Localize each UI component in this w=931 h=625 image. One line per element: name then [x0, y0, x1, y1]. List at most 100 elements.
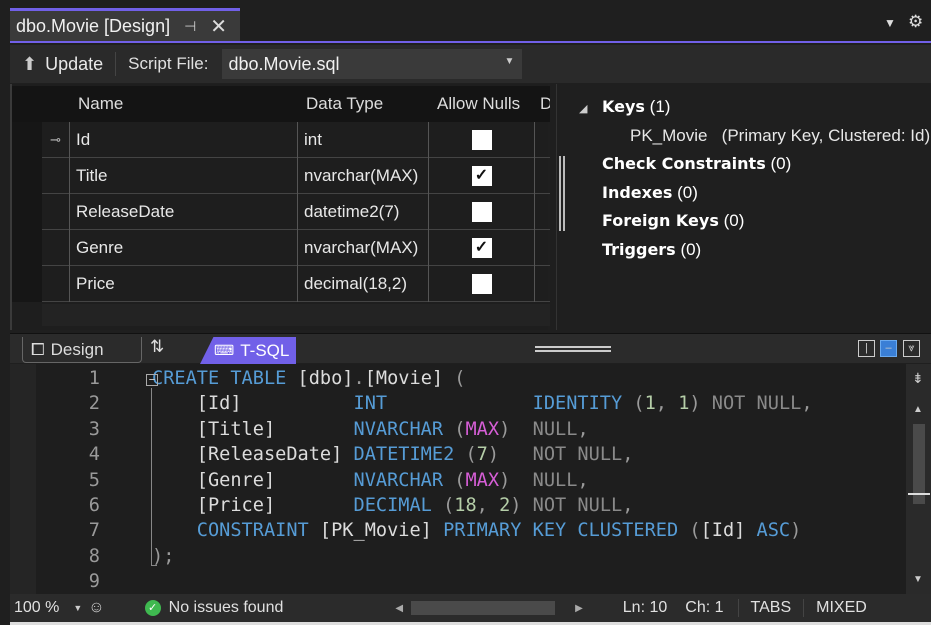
cell-name[interactable]: Id	[70, 122, 298, 158]
indent-mode[interactable]: TABS	[737, 599, 804, 617]
update-button[interactable]: ⬆ Update	[10, 54, 103, 75]
tab-dropdown-icon[interactable]: ▼	[884, 16, 896, 30]
check-constraints-node[interactable]: Check Constraints (0)	[602, 154, 791, 174]
script-file-select[interactable]: dbo.Movie.sql ▼	[222, 49, 523, 79]
document-tab-title: dbo.Movie [Design]	[16, 16, 171, 36]
code-line[interactable]: 6 [Price] DECIMAL (18, 2) NOT NULL,	[50, 493, 813, 518]
header-name[interactable]: Name	[70, 86, 298, 122]
code-token: 2	[499, 495, 511, 517]
header-data-type[interactable]: Data Type	[298, 86, 429, 122]
close-icon[interactable]: ✕	[210, 14, 227, 39]
row-selector[interactable]	[42, 194, 70, 230]
cell-name[interactable]: Title	[70, 158, 298, 194]
scroll-right-icon[interactable]: ▶	[575, 603, 583, 614]
code-token: )	[689, 393, 712, 415]
tab-tsql[interactable]: ⌨ T-SQL	[200, 337, 296, 364]
horizontal-scroll-thumb[interactable]	[411, 601, 556, 615]
document-tab[interactable]: dbo.Movie [Design] ⊣ ✕	[10, 8, 240, 42]
allow-nulls-checkbox[interactable]	[471, 130, 492, 150]
pane-splitter-handle[interactable]	[535, 346, 611, 352]
scroll-down-icon[interactable]: ▼	[913, 574, 923, 585]
code-lines[interactable]: 1 CREATE TABLE [dbo].[Movie] (2 [Id] INT …	[50, 366, 813, 595]
code-line[interactable]: 7 CONSTRAINT [PK_Movie] PRIMARY KEY CLUS…	[50, 518, 813, 543]
cell-data-type[interactable]: decimal(18,2)	[298, 266, 429, 302]
code-token: )	[487, 444, 500, 466]
cell-data-type[interactable]: int	[298, 122, 429, 158]
scroll-thumb[interactable]	[913, 424, 925, 504]
cell-allow-nulls: ✓	[429, 158, 535, 194]
code-token: (	[443, 368, 466, 389]
panel-splitter[interactable]	[559, 156, 565, 231]
code-line[interactable]: 1 CREATE TABLE [dbo].[Movie] (	[50, 366, 813, 391]
vertical-split-icon[interactable]: |	[858, 340, 875, 357]
cell-data-type[interactable]: datetime2(7)	[298, 194, 429, 230]
expand-triangle-icon[interactable]: ◢	[579, 102, 587, 115]
header-allow-nulls[interactable]: Allow Nulls	[429, 86, 535, 122]
scroll-left-icon[interactable]: ◀	[395, 603, 403, 614]
select-all-corner[interactable]	[12, 86, 42, 122]
code-token: 1	[644, 393, 656, 415]
code-token: [Movie]	[364, 368, 444, 389]
pin-icon[interactable]: ⊣	[184, 18, 196, 35]
horizontal-split-icon[interactable]: –	[880, 340, 897, 357]
collapse-pane-icon[interactable]: ⩔	[903, 340, 920, 357]
cell-name[interactable]: Genre	[70, 230, 298, 266]
tab-design[interactable]: ⧠ Design	[22, 337, 142, 363]
code-line[interactable]: 4 [ReleaseDate] DATETIME2 (7) NOT NULL,	[50, 442, 813, 467]
table-row[interactable]: ⊸ Id int	[42, 122, 550, 158]
cell-name[interactable]: ReleaseDate	[70, 194, 298, 230]
copilot-icon[interactable]: ☺	[88, 599, 104, 617]
editor-vertical-scrollbar[interactable]: ⇟ ▲ ▼	[906, 364, 931, 594]
collapse-icon[interactable]: −	[146, 374, 158, 386]
line-number: 2	[88, 393, 100, 415]
table-row[interactable]: ReleaseDate datetime2(7)	[42, 194, 550, 230]
code-token: ,	[577, 418, 589, 440]
line-number[interactable]: Ln: 10	[623, 599, 667, 617]
table-row[interactable]: Price decimal(18,2)	[42, 266, 550, 302]
code-token: INT	[353, 393, 388, 415]
zoom-level[interactable]: 100 %	[14, 599, 59, 617]
line-number: 9	[88, 571, 100, 593]
swap-panes-icon[interactable]: ⇅	[150, 337, 164, 357]
cell-data-type[interactable]: nvarchar(MAX)	[298, 230, 429, 266]
header-default[interactable]: D	[535, 86, 550, 122]
cell-data-type[interactable]: nvarchar(MAX)	[298, 158, 429, 194]
table-row[interactable]: Title nvarchar(MAX) ✓	[42, 158, 550, 194]
allow-nulls-checkbox[interactable]	[471, 274, 492, 294]
code-token: [Price]	[152, 495, 276, 517]
code-token: IDENTITY	[532, 393, 623, 415]
code-token: DATETIME2	[353, 444, 455, 466]
foreign-keys-node[interactable]: Foreign Keys (0)	[602, 211, 744, 231]
pk-movie-node[interactable]: PK_Movie (Primary Key, Clustered: Id)	[630, 126, 930, 146]
table-row[interactable]: Genre nvarchar(MAX) ✓	[42, 230, 550, 266]
cell-name[interactable]: Price	[70, 266, 298, 302]
char-number[interactable]: Ch: 1	[685, 599, 723, 617]
code-token: NVARCHAR	[353, 418, 444, 440]
row-selector[interactable]	[42, 158, 70, 194]
allow-nulls-checkbox[interactable]: ✓	[471, 166, 492, 186]
allow-nulls-checkbox[interactable]	[471, 202, 492, 222]
code-line[interactable]: 2 [Id] INT IDENTITY (1, 1) NOT NULL,	[50, 391, 813, 416]
keys-node[interactable]: Keys (1)	[602, 97, 670, 117]
tsql-editor[interactable]: 1 CREATE TABLE [dbo].[Movie] (2 [Id] INT …	[10, 364, 931, 594]
code-line[interactable]: 9	[50, 569, 813, 594]
indexes-node[interactable]: Indexes (0)	[602, 183, 698, 203]
line-endings[interactable]: MIXED	[803, 599, 879, 617]
row-selector[interactable]	[42, 266, 70, 302]
split-editor-icon[interactable]: ⇟	[912, 370, 924, 387]
code-line[interactable]: 5 [Genre] NVARCHAR (MAX) NULL,	[50, 468, 813, 493]
zoom-dropdown-icon[interactable]: ▼	[73, 603, 82, 613]
code-line[interactable]: 8);	[50, 544, 813, 569]
row-selector[interactable]	[42, 230, 70, 266]
issues-status[interactable]: No issues found	[169, 599, 284, 617]
code-token: NOT NULL	[532, 444, 623, 466]
allow-nulls-checkbox[interactable]: ✓	[471, 238, 492, 258]
scroll-up-icon[interactable]: ▲	[913, 404, 923, 415]
triggers-node[interactable]: Triggers (0)	[602, 240, 701, 260]
design-icon: ⧠	[31, 339, 45, 359]
gear-icon[interactable]: ⚙	[908, 12, 923, 32]
grid-horizontal-scrollbar[interactable]	[42, 304, 550, 326]
line-number: 7	[88, 520, 100, 542]
designer-toolbar: ⬆ Update Script File: dbo.Movie.sql ▼	[10, 45, 931, 83]
code-line[interactable]: 3 [Title] NVARCHAR (MAX) NULL,	[50, 417, 813, 442]
